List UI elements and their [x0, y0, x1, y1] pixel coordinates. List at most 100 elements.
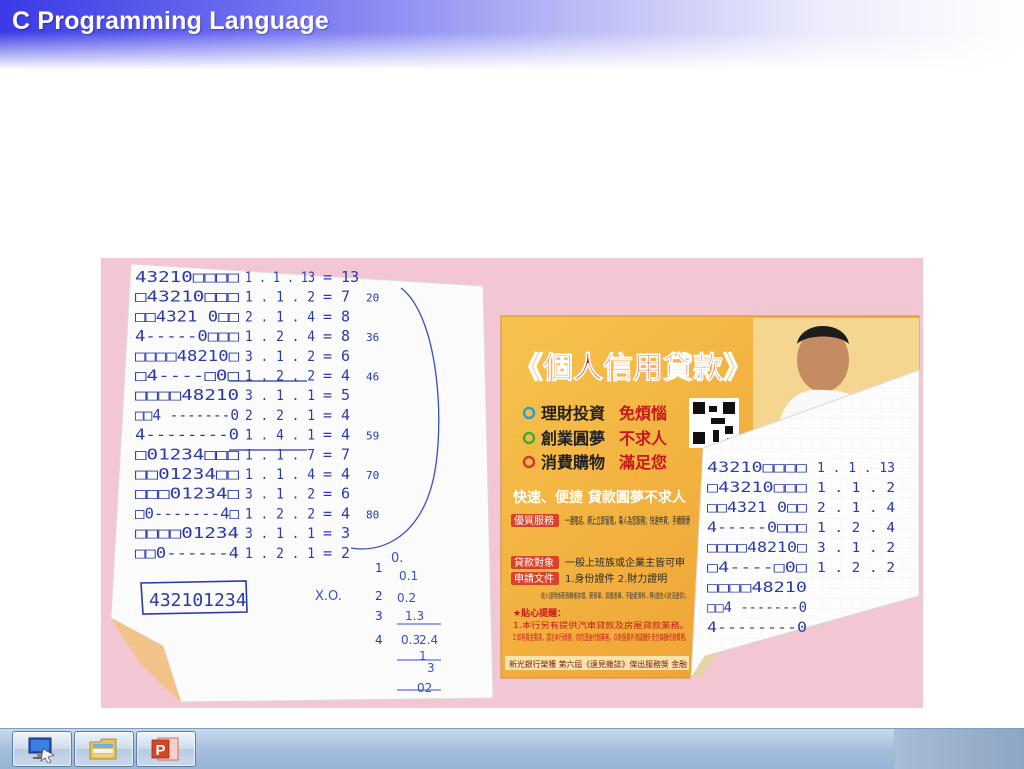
row-code: □□01234□□: [135, 465, 239, 483]
row-side-number: 20: [366, 292, 379, 305]
scribble-7: 2.4: [419, 633, 438, 647]
file-explorer-icon: [89, 738, 117, 760]
row-code: □43210□□□: [135, 288, 239, 306]
bullet-1-accent: 免煩惱: [619, 404, 667, 423]
copy-row-expression: 1 . 2 . 4: [817, 521, 895, 536]
loan-bullet-2: 創業圓夢 不求人: [522, 429, 668, 448]
row-result: = 4: [323, 367, 350, 385]
row-code: 4-----0□□□: [135, 327, 239, 345]
scribble-9: 3: [427, 661, 435, 675]
left-handwritten-sheet: 43210□□□□ 1 . 1 . 13 = 13 □43210□□□ 1 . 1 . …: [110, 263, 494, 703]
row-result: = 3: [323, 524, 350, 542]
row-result: = 7: [323, 445, 350, 463]
row-expression: 1 . 1 . 7: [245, 447, 315, 463]
row-result: = 4: [323, 406, 350, 424]
scribble-6: X.O.: [315, 589, 342, 604]
row-expression: 3 . 1 . 2: [245, 487, 315, 503]
copy-row-code: 4-----0□□□: [707, 520, 808, 536]
row-side-number: 36: [366, 331, 379, 344]
row-result: = 5: [323, 386, 350, 404]
copy-row-expression: 1 . 2 . 2: [817, 561, 895, 576]
section-documents-tag: 申請文件: [514, 572, 554, 585]
handwritten-rows: 43210□□□□ 1 . 1 . 13 = 13 □43210□□□ 1 . 1 . …: [135, 268, 379, 562]
flyer-footer: 新光銀行榮獲 第六屆《遠見雜誌》傑出服務獎 金融: [509, 659, 687, 669]
row-expression: 1 . 2 . 2: [245, 506, 315, 522]
row-expression: 1 . 2 . 1: [245, 546, 315, 562]
row-result: = 6: [323, 347, 350, 365]
taskbar-file-explorer-button[interactable]: [74, 731, 134, 767]
flyer-section-target: 貸款對象 一般上班族或企業主皆可申: [511, 556, 685, 569]
row-expression: 3 . 1 . 1: [245, 388, 315, 404]
row-expression: 2 . 2 . 1: [245, 408, 315, 424]
copy-row-expression: 2 . 1 . 4: [817, 501, 895, 516]
scribble-10: 02: [417, 681, 432, 695]
row-expression: 1 . 1 . 4: [245, 467, 315, 483]
slide-title-bar: C Programming Language: [0, 0, 1024, 70]
slide-title: C Programming Language: [12, 7, 329, 35]
row-code: □□4321 0□□: [135, 307, 239, 325]
flyer-tip-1: 1.本行另有提供汽車貸款及房屋貸款業務。: [513, 620, 689, 630]
bullet-2-accent: 不求人: [619, 429, 668, 448]
row-side-number: 59: [366, 430, 379, 443]
bullet-3-accent: 滿足您: [619, 453, 667, 472]
row-result: = 7: [323, 288, 350, 306]
flyer-tips-title: ★貼心提醒：: [513, 607, 566, 619]
copy-row-code: □□4321 0□□: [707, 500, 808, 516]
row-code: □4----□0□: [135, 367, 239, 385]
flyer-banner: 快速、便捷 貸款圓夢不求人: [513, 489, 687, 506]
row-result: = 4: [323, 504, 350, 522]
row-result: = 4: [323, 426, 350, 444]
row-expression: 3 . 1 . 1: [245, 526, 315, 542]
section-service-text: 一通電話、網上立即留電，專人為您服務；快速申貸、手續簡便: [565, 515, 690, 527]
taskbar-notification-area: [894, 729, 1024, 769]
row-expression: 1 . 2 . 4: [245, 329, 315, 345]
section-documents-text: 1.身份證件 2.財力證明: [565, 572, 667, 585]
row-expression: 1 . 4 . 1: [245, 428, 315, 444]
copy-row-expression: 3 . 1 . 2: [817, 541, 895, 556]
section-target-tag: 貸款對象: [514, 556, 554, 569]
bullet-3-lead: 消費購物: [541, 453, 605, 472]
scribble-2: 0.1: [399, 569, 418, 583]
row-side-number: 70: [366, 469, 379, 482]
row-expression: 2 . 1 . 4: [245, 309, 315, 325]
row-side-number: 80: [366, 508, 379, 521]
row-result: = 8: [323, 327, 350, 345]
scribble-8: 1: [419, 649, 427, 663]
row-result: = 13: [323, 268, 359, 286]
side-note-4: 4: [375, 633, 383, 647]
row-expression: 3 . 1 . 2: [245, 349, 315, 365]
flyer-fine-print: 收入證明係薪資轉帳存摺、薪資單、扣繳憑單、不動產資料…等(證信人狀況提供)。: [541, 591, 689, 600]
row-expression: 1 . 1 . 2: [245, 290, 315, 306]
row-result: = 4: [323, 465, 350, 483]
bullet-2-lead: 創業圓夢: [540, 429, 605, 448]
powerpoint-icon: P: [151, 737, 179, 761]
row-code: □0-------4□: [135, 504, 239, 522]
flyer-tip-2: 2.如有資金需求，請洽本行辦理，切勿透由代辦業者，以免個資外洩或額外支付高額代辦…: [513, 632, 689, 642]
taskbar: P: [0, 728, 1024, 769]
row-code: □□□□48210: [135, 386, 239, 404]
slide-photo: 43210□□□□ 1 . 1 . 13 = 13 □43210□□□ 1 . 1 . …: [101, 258, 923, 708]
flyer-section-service: 優質服務 一通電話、網上立即留電，專人為您服務；快速申貸、手續簡便: [511, 514, 690, 527]
copy-row-expression: 1 . 1 . 2: [817, 481, 895, 496]
row-code: 43210□□□□: [135, 268, 239, 286]
flyer-section-documents: 申請文件 1.身份證件 2.財力證明: [511, 572, 667, 585]
row-code: □□□□48210□: [135, 347, 239, 365]
row-expression: 1 . 2 . 2: [245, 369, 315, 385]
taskbar-show-desktop-button[interactable]: [12, 731, 72, 767]
row-code: □01234□□□: [135, 445, 239, 463]
row-code: □□□□01234: [135, 524, 239, 542]
taskbar-powerpoint-button[interactable]: P: [136, 731, 196, 767]
copy-row-code: 4--------0: [707, 620, 807, 636]
row-result: = 2: [323, 544, 350, 562]
scribble-5: 0.3: [401, 633, 420, 647]
row-result: = 6: [323, 485, 350, 503]
row-code: □□□01234□: [135, 485, 239, 503]
copy-row-expression: 1 . 1 . 13: [817, 461, 895, 476]
svg-text:P: P: [156, 742, 166, 759]
flyer-title: 《個人信用貸款》: [513, 351, 753, 386]
scribble-4: 1.3: [405, 609, 424, 623]
copy-row-code: □43210□□□: [707, 480, 808, 496]
row-code: 4--------0: [135, 426, 239, 444]
row-expression: 1 . 1 . 13: [245, 270, 315, 286]
boxed-sequence: 432101234: [149, 590, 247, 611]
